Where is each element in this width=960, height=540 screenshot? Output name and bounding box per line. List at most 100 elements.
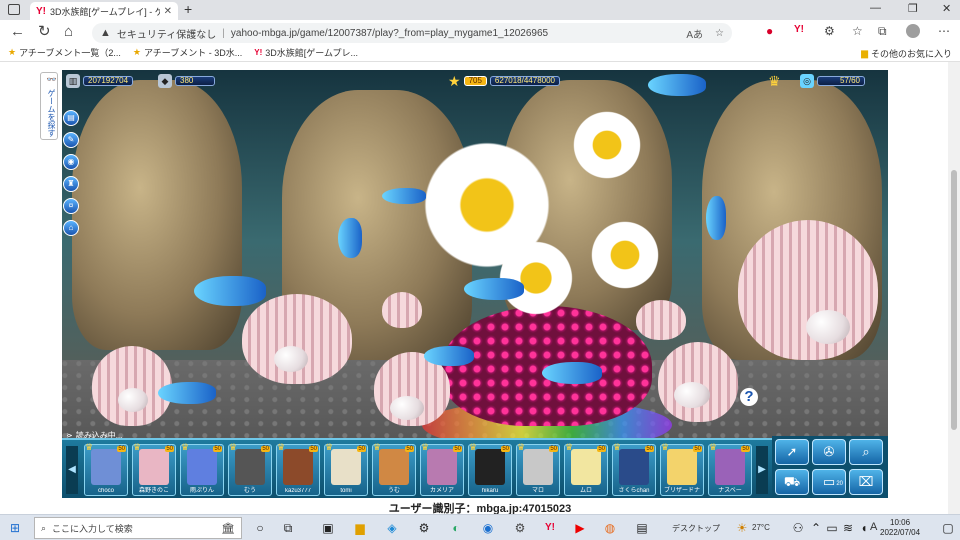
friend-card[interactable]: ♛ 50 hikaru [468,442,512,496]
bookmark-item[interactable]: Y! 3D水族館[ゲームプレ... [254,46,358,59]
friend-card[interactable]: ♛ 50 choco [84,442,128,496]
daisy-decoration[interactable] [590,220,660,290]
refresh-icon[interactable]: ↻ [38,23,51,41]
tab-actions-icon[interactable] [8,4,20,15]
favorites-icon[interactable]: ☆ [852,24,863,38]
yahoo-extension-icon[interactable]: Y! [794,24,804,35]
tab-active[interactable]: Y! 3D水族館[ゲームプレイ] - ゲームならヤフー ✕ [30,2,178,20]
edge-icon[interactable]: ◐ [448,520,464,536]
camera-icon[interactable]: ◉ [63,154,79,170]
friend-card[interactable]: ♛ 50 さくらchan [612,442,656,496]
friend-card[interactable]: ♛ 50 雨ぷりん [180,442,224,496]
fish[interactable] [648,74,706,96]
game-canvas[interactable]: ▥ 207192704 ◆ 380 ★ 705 627018/4478000 ♛… [62,70,888,498]
bookmark-item[interactable]: ★ アチーブメント - 3D水... [133,46,242,59]
restore-icon[interactable]: ❐ [908,2,918,15]
clock[interactable]: 10:06 2022/07/04 [880,518,920,538]
friend-card[interactable]: ♛ 50 ブリザードナ [660,442,704,496]
firefox-icon[interactable]: ◍ [602,520,618,536]
daisy-decoration[interactable] [572,110,642,180]
brush-icon[interactable]: ✎ [63,132,79,148]
settings-icon[interactable]: ⚙ [512,520,528,536]
cortana-icon[interactable]: ○ [252,520,268,536]
fish[interactable] [158,382,216,404]
notification-icon[interactable]: ▢ [940,520,956,536]
fish[interactable] [542,362,602,384]
film-reel-icon[interactable]: ✇ [812,439,846,465]
shell-decoration[interactable] [738,220,878,360]
help-button[interactable]: ? [740,388,758,406]
home-icon[interactable]: ⌂ [64,23,73,41]
friend-card[interactable]: ♛ 50 tomi [324,442,368,496]
find-games-tab[interactable]: 👓 ゲームを探す [40,72,58,140]
weather-temp[interactable]: 27°C [752,523,770,532]
minimize-icon[interactable]: — [870,2,881,14]
tab-close-icon[interactable]: ✕ [164,6,172,17]
gift-icon[interactable]: ⌧ [849,468,883,495]
friend-card[interactable]: ♛ 50 マロ [516,442,560,496]
bookmark-item[interactable]: ★ アチーブメント一覧（2... [8,46,121,59]
windows-start-icon[interactable]: ⊞ [10,521,20,535]
friend-card[interactable]: ♛ 50 ナスベー [708,442,752,496]
address-bar[interactable]: ▲ セキュリティ保護なし | yahoo-mbga.jp/game/120073… [92,23,732,43]
app-window-icon[interactable]: ▤ [634,520,650,536]
friend-card[interactable]: ♛ 50 ムロ [564,442,608,496]
desktop-label[interactable]: デスクトップ [672,523,720,534]
fish[interactable] [338,218,362,258]
weather-icon[interactable]: ☀ [734,520,750,536]
menu-icon[interactable]: ⋯ [938,24,950,38]
edge-browser-icon[interactable]: ◉ [480,520,496,536]
wifi-icon[interactable]: ≋ [840,520,856,536]
pointer-icon[interactable]: ➚ [775,439,809,465]
friends-prev-arrow-icon[interactable]: ◀ [66,446,78,494]
task-view-icon[interactable]: ⧉ [280,520,296,536]
inventory-button[interactable]: ▭ 20 [812,468,846,495]
screen: Y! 3D水族館[ゲームプレイ] - ゲームならヤフー ✕ + — ❐ ✕ ← … [0,0,960,540]
menu-icon[interactable]: ▤ [63,110,79,126]
warning-icon[interactable]: ▲ [100,27,111,39]
cart-icon[interactable]: ⛟ [775,468,809,495]
extension-icon[interactable]: ● [766,24,773,38]
fish[interactable] [194,276,266,306]
taskbar-search[interactable]: ⌕ ここに入力して検索 🏛 [34,517,242,539]
yahoo-app-icon[interactable]: Y! [542,520,558,536]
people-icon[interactable]: ⚇ [790,520,806,536]
chevron-up-icon[interactable]: ⌃ [808,520,824,536]
app-icon[interactable]: ⚙ [416,520,432,536]
fish[interactable] [382,188,426,204]
scrollbar-thumb[interactable] [951,170,957,430]
shell-decoration[interactable] [382,292,422,328]
profile-avatar[interactable] [906,24,920,38]
friend-card[interactable]: ♛ 50 うむ [372,442,416,496]
vertical-scrollbar[interactable] [948,62,960,514]
shop-icon[interactable]: ⌂ [63,220,79,236]
close-window-icon[interactable]: ✕ [942,2,951,15]
favorite-star-icon[interactable]: ☆ [715,28,724,39]
shell-decoration[interactable] [636,300,686,340]
fish[interactable] [464,278,524,300]
file-explorer-icon[interactable]: ▆ [352,520,368,536]
crown-icon[interactable]: ♛ [768,73,781,90]
new-tab-icon[interactable]: + [184,1,192,17]
friend-card[interactable]: ♛ 50 カメリア [420,442,464,496]
ime-indicator[interactable]: A [870,521,877,533]
friend-card[interactable]: ♛ 50 むう [228,442,272,496]
other-favorites[interactable]: ▆ その他のお気に入り [861,47,952,60]
friend-card[interactable]: ♛ 50 kazu3777 [276,442,320,496]
store-icon[interactable]: ◈ [384,520,400,536]
back-icon[interactable]: ← [10,23,25,41]
friends-next-arrow-icon[interactable]: ▶ [756,446,768,494]
shell-decoration[interactable] [92,346,172,426]
coin-icon[interactable]: ¤ [63,198,79,214]
net-icon[interactable]: ⌕ [849,439,883,465]
app-icon[interactable]: ▣ [320,520,336,536]
battery-icon[interactable]: ▭ [824,520,840,536]
collections-icon[interactable]: ⧉ [878,24,887,39]
friend-card[interactable]: ♛ 50 森野きのこ [132,442,176,496]
youtube-icon[interactable]: ▶ [572,520,588,536]
extensions-icon[interactable]: ⚙ [824,24,835,38]
fish[interactable] [706,196,726,240]
fish[interactable] [424,346,474,366]
trophy-icon[interactable]: ♜ [63,176,79,192]
read-aloud-icon[interactable]: Aあ [686,26,703,41]
